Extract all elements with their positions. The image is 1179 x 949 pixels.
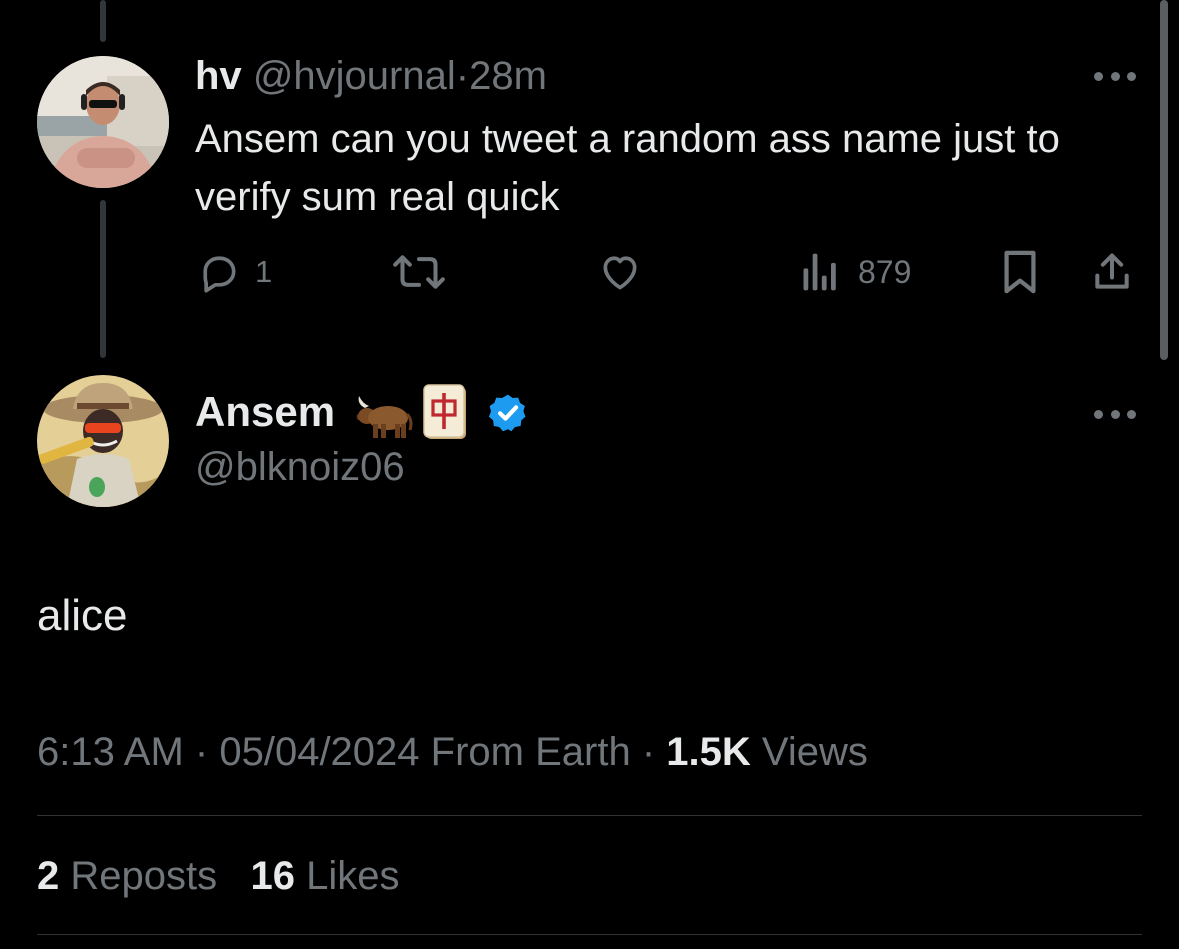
reply-time[interactable]: 28m — [469, 54, 547, 98]
tweet-time[interactable]: 6:13 AM — [37, 730, 184, 774]
reply-tweet-text: Ansem can you tweet a random ass name ju… — [195, 117, 1060, 219]
meta-separator-2: · — [641, 730, 656, 774]
reposts-stat[interactable]: 2 Reposts — [37, 854, 217, 898]
views-label: Views — [761, 730, 868, 774]
like-button[interactable] — [597, 250, 643, 294]
more-icon-dot — [1110, 409, 1120, 419]
views-button[interactable]: 879 — [800, 250, 911, 294]
like-icon — [603, 256, 637, 290]
more-icon — [1094, 409, 1103, 419]
likes-label: Likes — [306, 854, 400, 898]
reply-button[interactable]: 1 — [197, 250, 272, 294]
tweet-location: From Earth — [430, 730, 631, 774]
main-display-name[interactable]: Ansem — [195, 388, 335, 435]
retweet-button[interactable] — [390, 250, 448, 294]
reposts-count: 2 — [37, 854, 60, 898]
main-handle[interactable]: @blknoiz06 — [195, 442, 405, 492]
divider-bottom — [37, 934, 1142, 935]
reply-display-name[interactable]: hv — [195, 54, 242, 98]
retweet-icon — [393, 255, 445, 289]
views-icon — [803, 253, 836, 291]
share-icon — [1095, 253, 1129, 289]
bookmark-button[interactable] — [1000, 250, 1040, 294]
main-display-name-row: Ansem — [195, 386, 335, 438]
more-icon-dot — [1127, 409, 1136, 419]
more-icon-dot — [1127, 71, 1136, 81]
engagement-stats: 2 Reposts 16 Likes — [37, 850, 399, 902]
share-button[interactable] — [1090, 250, 1134, 294]
ox-icon — [356, 396, 413, 438]
meta-separator: · — [194, 730, 209, 774]
verified-badge-icon[interactable] — [487, 392, 529, 434]
more-icon — [1094, 71, 1103, 81]
reply-icon — [203, 256, 236, 293]
reply-more-button[interactable] — [1094, 70, 1136, 82]
thread-line-top — [100, 0, 106, 42]
tweet-date[interactable]: 05/04/2024 — [219, 730, 419, 774]
reply-avatar[interactable] — [37, 56, 169, 188]
main-more-button[interactable] — [1094, 408, 1136, 420]
main-tweet-text: alice — [37, 591, 128, 640]
mahjong-red-dragon-icon — [423, 384, 466, 439]
reply-handle[interactable]: @hvjournal — [253, 54, 456, 98]
reply-separator: · — [455, 54, 470, 98]
main-avatar[interactable] — [37, 375, 169, 507]
divider-top — [37, 815, 1142, 816]
reply-header: hv @hvjournal·28m — [195, 52, 547, 100]
more-icon-dot — [1110, 71, 1120, 81]
likes-count: 16 — [250, 854, 295, 898]
views-count-main: 1.5K — [666, 730, 751, 774]
views-count: 879 — [858, 253, 912, 290]
scrollbar[interactable] — [1160, 0, 1168, 360]
thread-line-connector — [100, 200, 106, 358]
tweet-meta: 6:13 AM · 05/04/2024 From Earth · 1.5K V… — [37, 726, 868, 778]
likes-stat[interactable]: 16 Likes — [250, 854, 399, 898]
reply-count: 1 — [255, 254, 273, 289]
reposts-label: Reposts — [70, 854, 218, 898]
bookmark-icon — [1004, 250, 1036, 294]
